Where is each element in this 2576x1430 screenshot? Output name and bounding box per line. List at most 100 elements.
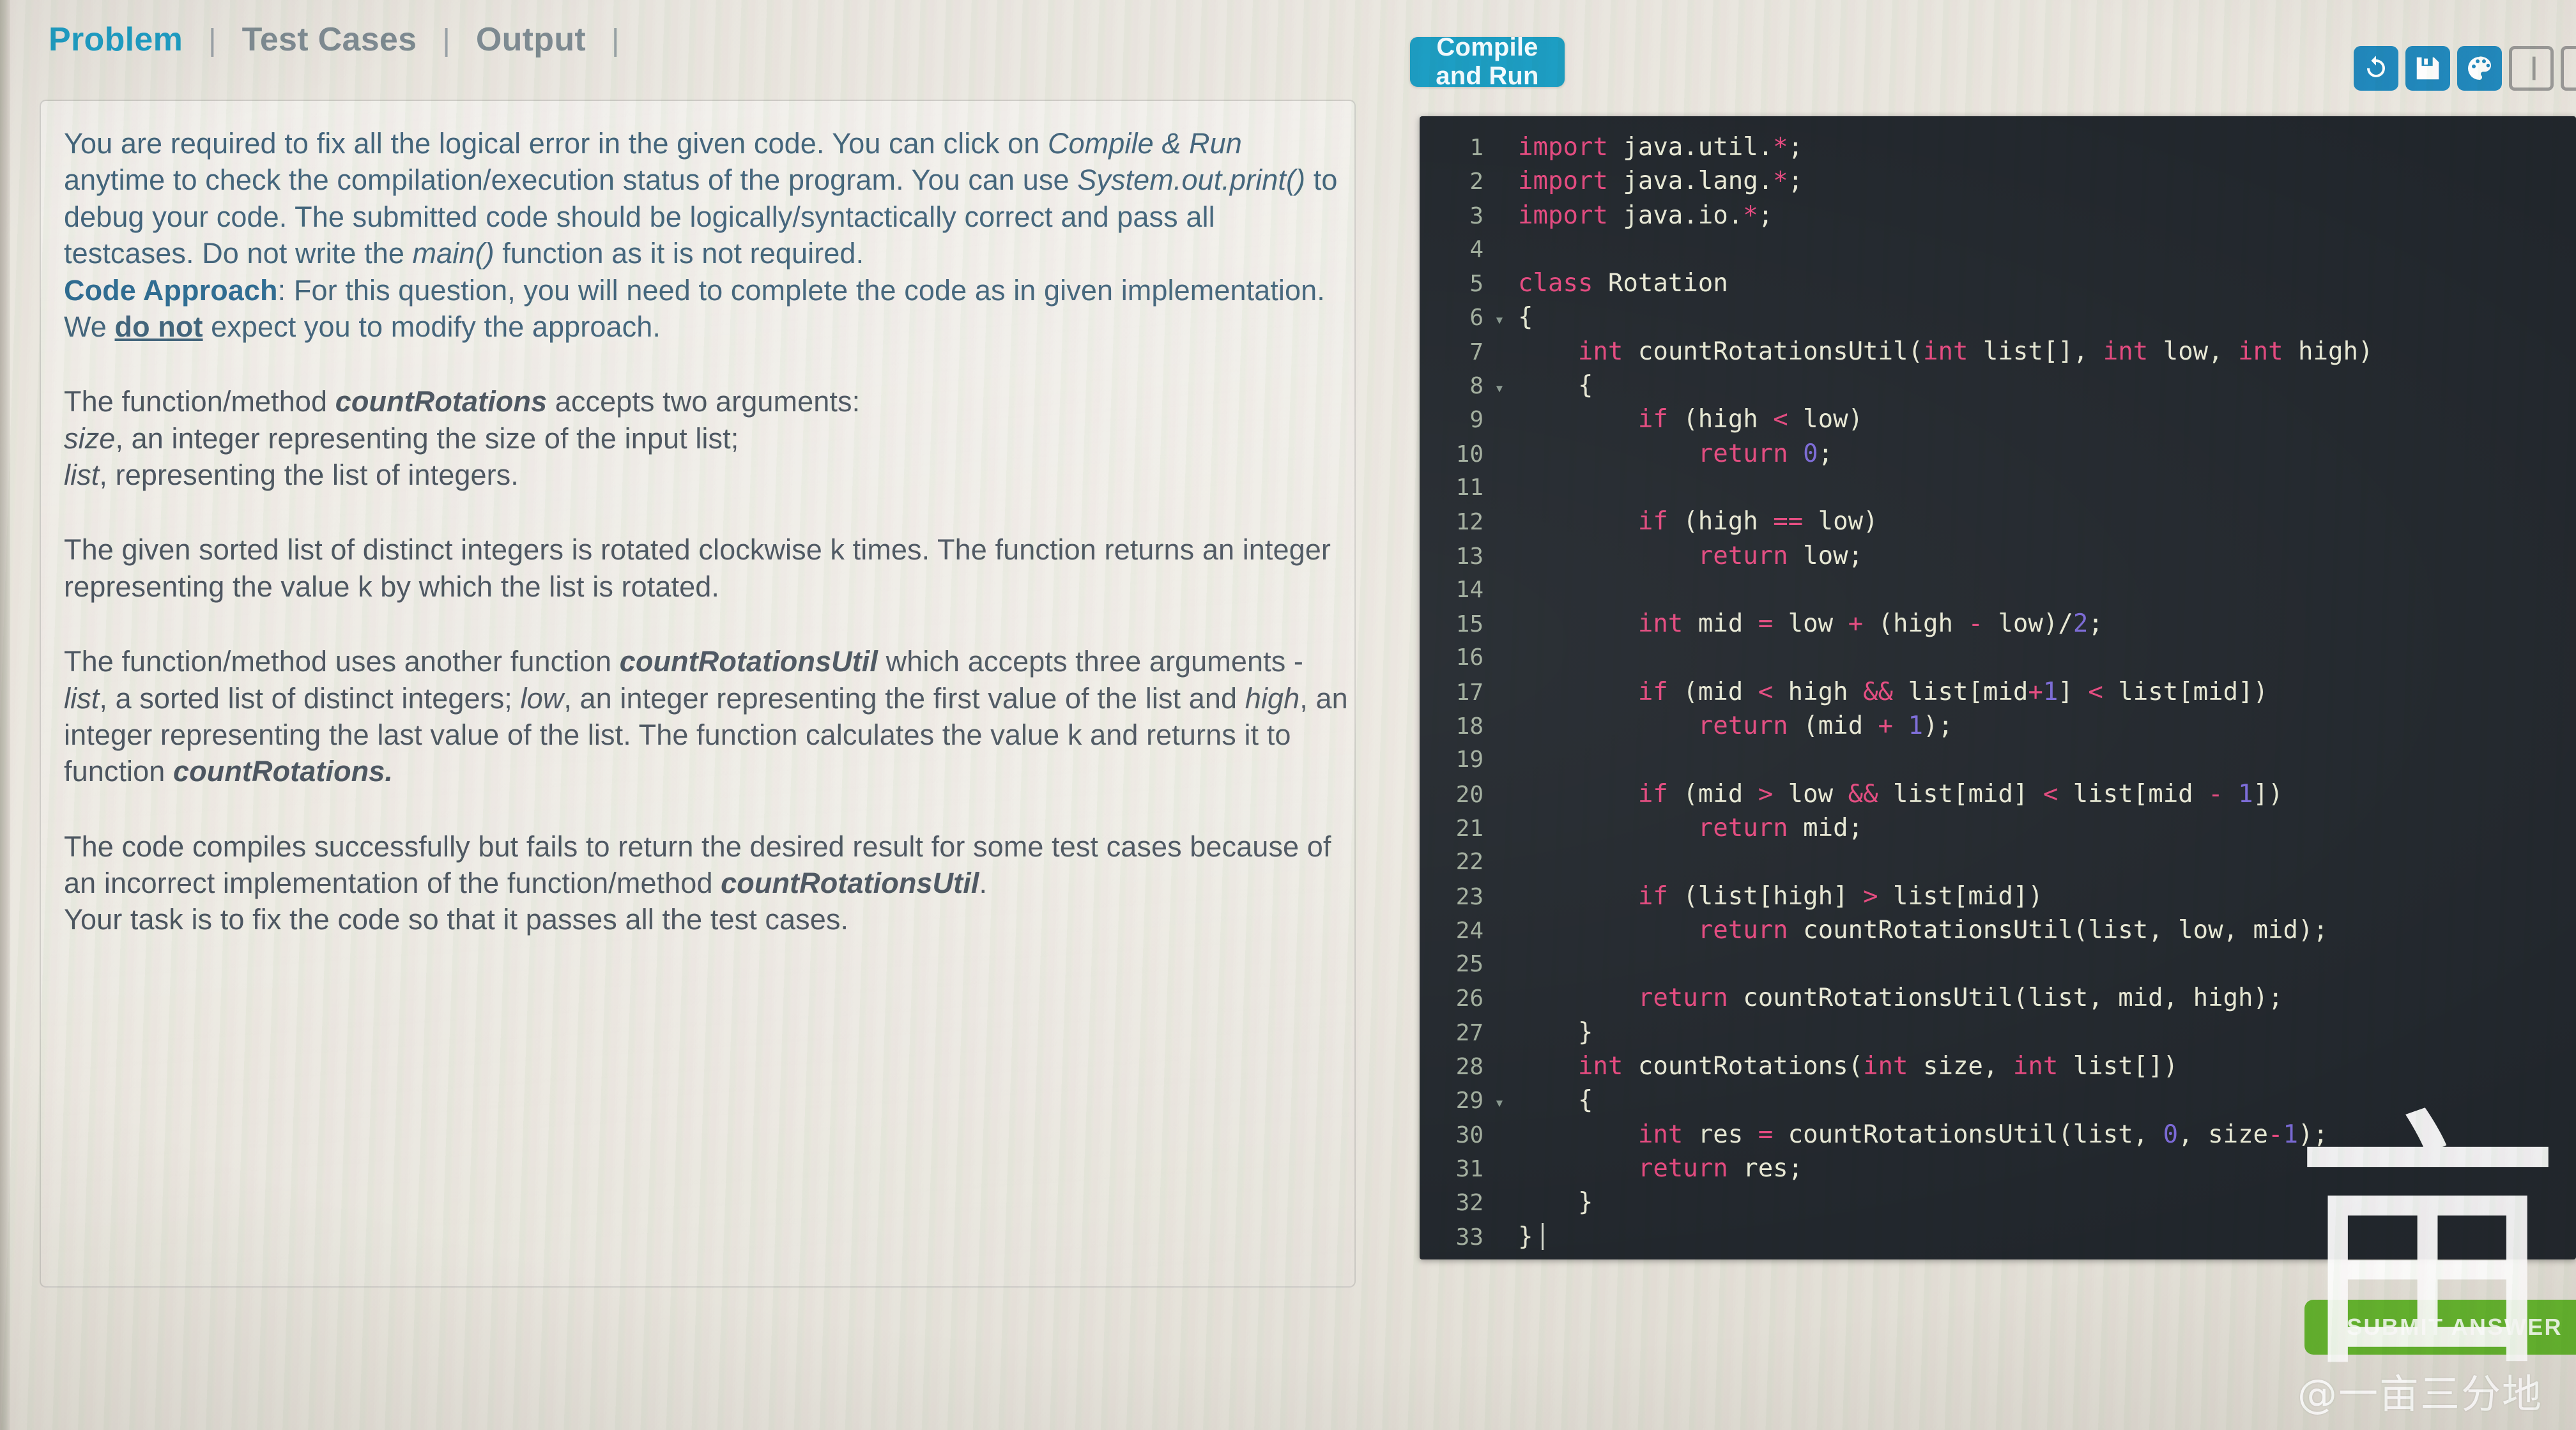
reset-icon[interactable] — [2354, 46, 2398, 91]
code-line[interactable]: 15 int mid = low + (high - low)/2; — [1420, 607, 2576, 641]
code-token-id: java.io. — [1607, 201, 1744, 230]
code-line[interactable]: 24 return countRotationsUtil(list, low, … — [1420, 913, 2576, 947]
code-line-source: return (mid + 1); — [1509, 709, 1953, 743]
code-line[interactable]: 30 int res = countRotationsUtil(list, 0,… — [1420, 1118, 2576, 1152]
code-line[interactable]: 33} — [1420, 1220, 2576, 1254]
line-number: 17 — [1455, 679, 1483, 706]
tab-test-cases[interactable]: Test Cases — [219, 20, 440, 59]
code-line[interactable]: 11 — [1420, 471, 2576, 505]
theme-palette-icon[interactable] — [2457, 46, 2502, 91]
code-line[interactable]: 20 if (mid > low && list[mid] < list[mid… — [1420, 777, 2576, 811]
code-line[interactable]: 26 return countRotationsUtil(list, mid, … — [1420, 981, 2576, 1015]
editor-tool-buttons — [2354, 46, 2576, 91]
util-arg-list: list — [64, 681, 100, 715]
code-token-op: + — [2028, 677, 2043, 706]
code-token-op: + — [1848, 609, 1864, 639]
code-line-source: } — [1509, 1015, 1593, 1049]
fold-chevron-icon[interactable]: ▾ — [1490, 1086, 1509, 1120]
code-token-kw: if — [1637, 881, 1668, 911]
code-line[interactable]: 6 ▾ { — [1420, 300, 2576, 334]
code-token-id — [1518, 1018, 1578, 1047]
code-token-punc: low; — [1788, 541, 1864, 570]
save-icon[interactable] — [2405, 46, 2450, 91]
code-line[interactable]: 32 } — [1420, 1185, 2576, 1219]
code-line[interactable]: 28 int countRotations(int size, int list… — [1420, 1049, 2576, 1083]
code-token-op: - — [2268, 1120, 2283, 1149]
code-token-punc: , — [2208, 337, 2239, 366]
code-line-source: } — [1509, 1220, 1544, 1254]
code-line[interactable]: 29 ▾ { — [1420, 1083, 2576, 1117]
code-line[interactable]: 9 if (high < low) — [1420, 402, 2576, 436]
code-line[interactable]: 18 return (mid + 1); — [1420, 709, 2576, 743]
split-layout-icon[interactable] — [2509, 46, 2554, 91]
code-token-punc: list[mid] — [1878, 779, 2043, 809]
tab-problem[interactable]: Problem — [26, 20, 206, 59]
code-line-source: int mid = low + (high - low)/2; — [1509, 607, 2103, 641]
code-token-op: && — [1863, 677, 1894, 706]
code-editor-content[interactable]: 1 import java.util.*; 2 import java.lang.*;… — [1420, 116, 2576, 1254]
signature-paragraph: The function/method countRotations accep… — [64, 383, 1348, 493]
code-approach-emphasis: do not — [114, 310, 203, 343]
code-line[interactable]: 5 class Rotation — [1420, 266, 2576, 300]
code-line[interactable]: 13 return low; — [1420, 539, 2576, 573]
code-line[interactable]: 10 return 0; — [1420, 437, 2576, 471]
code-line[interactable]: 14 — [1420, 573, 2576, 607]
code-token-punc: ; — [2088, 609, 2103, 639]
code-token-punc: res — [1683, 1120, 1758, 1149]
code-token-punc: low — [1773, 609, 1848, 639]
watermark-handle: @一亩三分地 — [2297, 1371, 2543, 1417]
util-arg-high: high — [1245, 681, 1300, 715]
code-token-id — [1518, 1154, 1638, 1183]
code-token-id — [1518, 609, 1638, 638]
code-token-id: size — [1908, 1052, 1983, 1081]
code-line[interactable]: 17 if (mid < high && list[mid+1] < list[… — [1420, 675, 2576, 709]
code-line[interactable]: 23 if (list[high] > list[mid]) — [1420, 879, 2576, 913]
panel-tabs: Problem | Test Cases | Output | — [26, 20, 622, 59]
line-number: 19 — [1455, 747, 1483, 773]
fold-chevron-icon[interactable]: ▾ — [1490, 372, 1509, 406]
code-editor[interactable]: 1 import java.util.*; 2 import java.lang.*;… — [1420, 116, 2576, 1259]
code-token-kw: int — [1637, 609, 1683, 639]
code-token-punc: high — [1773, 677, 1864, 706]
code-token-num: 0 — [1803, 439, 1818, 468]
code-line[interactable]: 1 import java.util.*; — [1420, 130, 2576, 164]
code-line[interactable]: 21 return mid; — [1420, 811, 2576, 845]
layout-icon-partial[interactable] — [2561, 46, 2576, 91]
code-line[interactable]: 8 ▾ { — [1420, 369, 2576, 402]
tab-output[interactable]: Output — [453, 20, 609, 59]
code-line[interactable]: 27 } — [1420, 1015, 2576, 1049]
intro-emphasis-print: System.out.print() — [1077, 164, 1306, 197]
code-line[interactable]: 12 if (high == low) — [1420, 505, 2576, 538]
code-line[interactable]: 25 — [1420, 947, 2576, 981]
code-line[interactable]: 22 — [1420, 845, 2576, 879]
code-token-id — [1518, 711, 1698, 740]
task-fn-name: countRotationsUtil — [721, 867, 979, 899]
signature-post: accepts two arguments: — [547, 385, 861, 418]
code-token-punc: mid — [1683, 609, 1758, 639]
code-token-op: - — [1968, 609, 1983, 639]
code-line[interactable]: 4 — [1420, 232, 2576, 266]
code-token-num: 1 — [2283, 1120, 2299, 1149]
code-line[interactable]: 7 int countRotationsUtil(int list[], int… — [1420, 335, 2576, 369]
code-token-num: 1 — [2238, 779, 2253, 809]
code-line[interactable]: 19 — [1420, 743, 2576, 777]
code-token-id: list[]) — [2058, 1052, 2179, 1081]
code-line-source: int countRotationsUtil(int list[], int l… — [1509, 335, 2373, 369]
code-token-punc: } — [1518, 1222, 1533, 1251]
code-line[interactable]: 2 import java.lang.*; — [1420, 164, 2576, 198]
code-line[interactable]: 16 — [1420, 641, 2576, 674]
code-token-punc — [1788, 439, 1803, 468]
compile-and-run-button[interactable]: Compile and Run — [1410, 33, 1565, 90]
code-token-kw: int — [1577, 1052, 1623, 1081]
intro-emphasis-main: main() — [412, 237, 494, 270]
code-token-op: * — [1773, 167, 1788, 196]
line-number: 27 — [1455, 1019, 1483, 1046]
submit-answer-button[interactable]: SUBMIT ANSWER — [2304, 1300, 2576, 1355]
monitor-bezel-left — [0, 0, 10, 1430]
fold-chevron-icon[interactable]: ▾ — [1490, 303, 1509, 337]
code-line[interactable]: 3 import java.io.*; — [1420, 199, 2576, 232]
code-token-op: * — [1743, 201, 1758, 230]
util-mid-2: , a sorted list of distinct integers; — [99, 681, 521, 715]
code-token-id — [1518, 678, 1638, 706]
code-line[interactable]: 31 return res; — [1420, 1152, 2576, 1185]
